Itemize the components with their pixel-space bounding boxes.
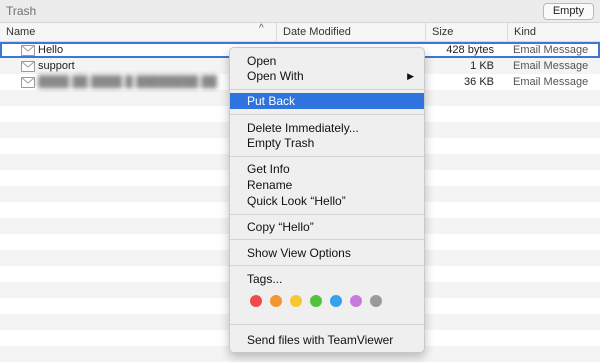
menu-item-delete-immediately[interactable]: Delete Immediately... xyxy=(230,120,424,136)
menu-separator xyxy=(230,114,424,115)
email-message-icon xyxy=(21,45,35,56)
file-size: 1 KB xyxy=(470,60,494,72)
file-size: 36 KB xyxy=(464,76,494,88)
menu-item-tags[interactable]: Tags... xyxy=(230,271,424,287)
menu-item-get-info[interactable]: Get Info xyxy=(230,161,424,177)
window-title: Trash xyxy=(6,4,37,18)
menu-item-open-with[interactable]: Open With ▶ xyxy=(230,68,424,84)
file-kind: Email Message xyxy=(513,44,589,56)
menu-separator xyxy=(230,89,424,90)
sort-ascending-icon[interactable]: ^ xyxy=(259,23,264,34)
menu-separator xyxy=(230,156,424,157)
file-size: 428 bytes xyxy=(446,44,494,56)
window-titlebar: Trash Empty xyxy=(0,0,600,23)
menu-separator xyxy=(230,265,424,266)
email-message-icon xyxy=(21,61,35,72)
tag-red-icon[interactable] xyxy=(250,295,262,307)
menu-item-rename[interactable]: Rename xyxy=(230,177,424,193)
empty-trash-button[interactable]: Empty xyxy=(542,3,594,20)
menu-item-open[interactable]: Open xyxy=(230,53,424,69)
email-message-icon xyxy=(21,77,35,88)
menu-item-quick-look[interactable]: Quick Look “Hello” xyxy=(230,193,424,209)
menu-separator xyxy=(230,214,424,215)
column-name[interactable]: Name xyxy=(6,23,35,41)
tag-purple-icon[interactable] xyxy=(350,295,362,307)
menu-separator xyxy=(230,239,424,240)
menu-item-empty-trash[interactable]: Empty Trash xyxy=(230,135,424,151)
menu-item-send-teamviewer[interactable]: Send files with TeamViewer xyxy=(230,332,424,348)
tag-gray-icon[interactable] xyxy=(370,295,382,307)
menu-separator xyxy=(230,324,424,325)
file-kind: Email Message xyxy=(513,76,589,88)
menu-item-show-view-options[interactable]: Show View Options xyxy=(230,245,424,261)
column-kind[interactable]: Kind xyxy=(507,23,600,41)
file-name: support xyxy=(38,60,75,72)
menu-item-copy[interactable]: Copy “Hello” xyxy=(230,219,424,235)
menu-item-put-back[interactable]: Put Back xyxy=(230,93,424,109)
submenu-arrow-icon: ▶ xyxy=(407,71,414,81)
tag-blue-icon[interactable] xyxy=(330,295,342,307)
file-kind: Email Message xyxy=(513,60,589,72)
file-name-redacted: ████ ██ ████ █ ████████ ██ xyxy=(38,76,217,88)
tag-yellow-icon[interactable] xyxy=(290,295,302,307)
column-header: Name ^ Date Modified Size Kind xyxy=(0,23,600,42)
tag-orange-icon[interactable] xyxy=(270,295,282,307)
column-date-modified[interactable]: Date Modified xyxy=(276,23,423,41)
file-name: Hello xyxy=(38,44,64,56)
context-menu: Open Open With ▶ Put Back Delete Immedia… xyxy=(229,47,425,353)
tag-green-icon[interactable] xyxy=(310,295,322,307)
column-size[interactable]: Size xyxy=(425,23,504,41)
